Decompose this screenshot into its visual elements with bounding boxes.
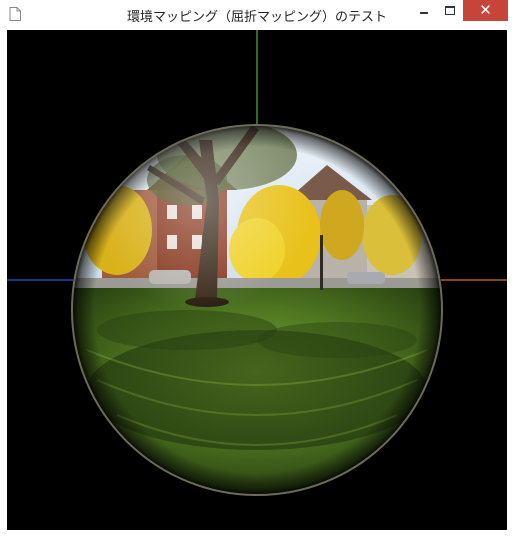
scene-svg <box>7 30 507 496</box>
close-icon: ✕ <box>479 1 492 19</box>
minimize-button[interactable] <box>411 0 437 21</box>
title-bar[interactable]: 環境マッピング（屈折マッピング）のテスト ✕ <box>0 0 514 30</box>
minimize-icon <box>420 11 428 14</box>
render-canvas[interactable] <box>7 30 507 530</box>
close-button[interactable]: ✕ <box>463 0 508 21</box>
refraction-sphere <box>72 125 442 495</box>
app-window: 環境マッピング（屈折マッピング）のテスト ✕ <box>0 0 514 537</box>
maximize-button[interactable] <box>437 0 463 21</box>
maximize-icon <box>445 6 455 15</box>
